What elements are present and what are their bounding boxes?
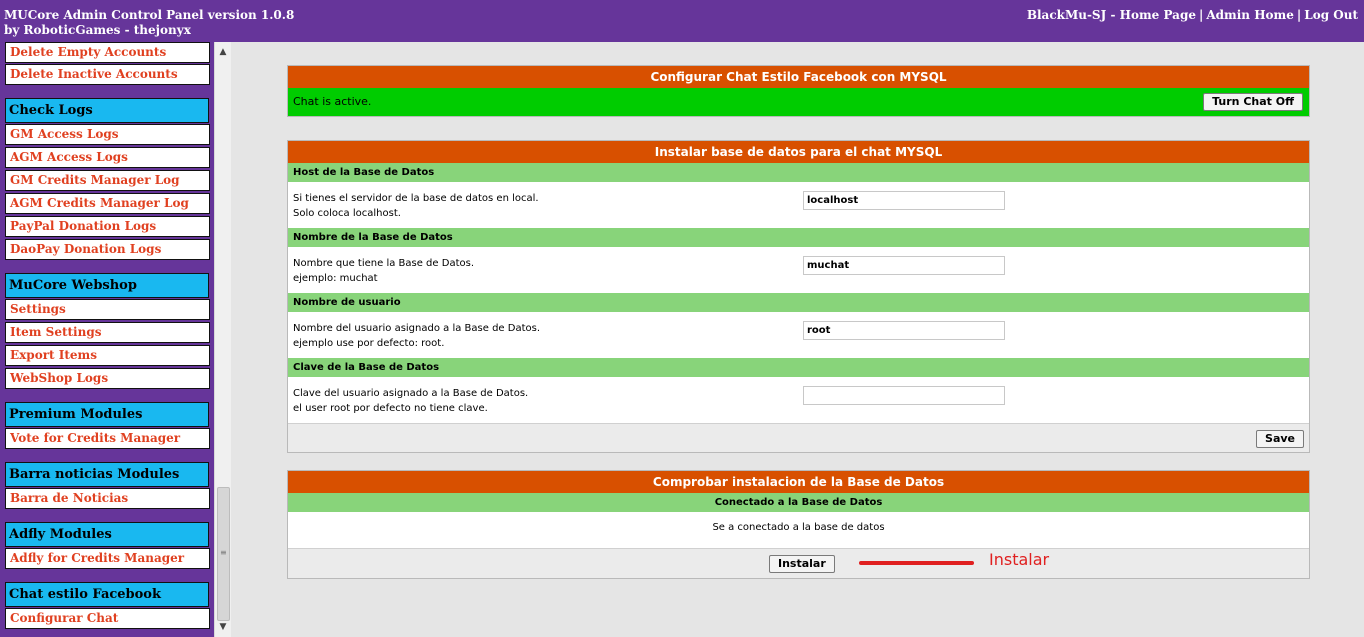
password-desc-line2: el user root por defecto no tiene clave.: [293, 403, 488, 414]
field-description: Nombre que tiene la Base de Datos. ejemp…: [293, 256, 474, 286]
username-desc-line2: ejemplo use por defecto: root.: [293, 338, 445, 349]
app-title-line2: by RoboticGames - thejonyx: [4, 23, 191, 37]
sidebar-item-paypal-donation-logs[interactable]: PayPal Donation Logs: [5, 216, 210, 237]
section-head-username: Nombre de usuario: [288, 293, 1309, 312]
host-input[interactable]: [803, 191, 1005, 210]
nav-separator: |: [1296, 8, 1302, 22]
db-name-input[interactable]: [803, 256, 1005, 275]
grip-icon: ≡: [220, 548, 227, 557]
field-row-password: Clave del usuario asignado a la Base de …: [288, 377, 1309, 423]
password-desc-line1: Clave del usuario asignado a la Base de …: [293, 388, 529, 399]
sidebar-item-webshop-logs[interactable]: WebShop Logs: [5, 368, 210, 389]
field-row-db-name: Nombre que tiene la Base de Datos. ejemp…: [288, 247, 1309, 293]
sidebar-item-vote-for-credits-manager[interactable]: Vote for Credits Manager: [5, 428, 210, 449]
sidebar-item-agm-credits-manager-log[interactable]: AGM Credits Manager Log: [5, 193, 210, 214]
sidebar-group-mucore-webshop: MuCore Webshop: [5, 273, 209, 298]
app-title: MUCore Admin Control Panel version 1.0.8…: [4, 8, 294, 38]
chat-status-text: Chat is active.: [293, 95, 372, 108]
home-page-link[interactable]: BlackMu-SJ - Home Page: [1027, 8, 1196, 22]
field-description: Si tienes el servidor de la base de dato…: [293, 191, 539, 221]
sidebar-item-export-items[interactable]: Export Items: [5, 345, 210, 366]
check-install-panel: Comprobar instalacion de la Base de Dato…: [287, 470, 1310, 579]
app-title-line1: MUCore Admin Control Panel version 1.0.8: [4, 8, 295, 22]
field-description: Nombre del usuario asignado a la Base de…: [293, 321, 540, 351]
turn-chat-off-button[interactable]: Turn Chat Off: [1203, 93, 1303, 111]
sidebar-scrollbar[interactable]: ▲ ≡ ▼: [214, 42, 231, 637]
check-install-title: Comprobar instalacion de la Base de Dato…: [288, 471, 1309, 493]
db-install-title: Instalar base de datos para el chat MYSQ…: [288, 141, 1309, 163]
top-header: MUCore Admin Control Panel version 1.0.8…: [0, 0, 1364, 42]
sidebar-group-premium-modules: Premium Modules: [5, 402, 209, 427]
sidebar-group-check-logs: Check Logs: [5, 98, 209, 123]
sidebar-item-daopay-donation-logs[interactable]: DaoPay Donation Logs: [5, 239, 210, 260]
sidebar-item-gm-access-logs[interactable]: GM Access Logs: [5, 124, 210, 145]
log-out-link[interactable]: Log Out: [1304, 8, 1358, 22]
sidebar-item-delete-inactive-accounts[interactable]: Delete Inactive Accounts: [5, 64, 210, 85]
install-row: Instalar: [288, 548, 1309, 578]
sidebar-item-agm-access-logs[interactable]: AGM Access Logs: [5, 147, 210, 168]
section-head-db-name: Nombre de la Base de Datos: [288, 228, 1309, 247]
sidebar-item-item-settings[interactable]: Item Settings: [5, 322, 210, 343]
sidebar: Delete Empty Accounts Delete Inactive Ac…: [0, 42, 214, 637]
connection-message: Se a conectado a la base de datos: [712, 522, 885, 533]
chat-config-panel: Configurar Chat Estilo Facebook con MYSQ…: [287, 65, 1310, 117]
sidebar-item-settings[interactable]: Settings: [5, 299, 210, 320]
install-button[interactable]: Instalar: [769, 555, 835, 573]
field-row-username: Nombre del usuario asignado a la Base de…: [288, 312, 1309, 358]
sidebar-item-gm-credits-manager-log[interactable]: GM Credits Manager Log: [5, 170, 210, 191]
sidebar-item-delete-empty-accounts[interactable]: Delete Empty Accounts: [5, 42, 210, 63]
username-desc-line1: Nombre del usuario asignado a la Base de…: [293, 323, 540, 334]
sidebar-group-adfly-modules: Adfly Modules: [5, 522, 209, 547]
chat-config-title: Configurar Chat Estilo Facebook con MYSQ…: [288, 66, 1309, 88]
admin-home-link[interactable]: Admin Home: [1206, 8, 1294, 22]
sidebar-item-barra-de-noticias[interactable]: Barra de Noticias: [5, 488, 210, 509]
connected-subhead: Conectado a la Base de Datos: [288, 493, 1309, 512]
password-input[interactable]: [803, 386, 1005, 405]
db-panel-footer: Save: [288, 423, 1309, 452]
chat-status-row: Chat is active. Turn Chat Off: [288, 88, 1309, 116]
host-desc-line1: Si tienes el servidor de la base de dato…: [293, 193, 539, 204]
field-description: Clave del usuario asignado a la Base de …: [293, 386, 528, 416]
field-row-host: Si tienes el servidor de la base de dato…: [288, 182, 1309, 228]
username-input[interactable]: [803, 321, 1005, 340]
sidebar-item-configurar-chat[interactable]: Configurar Chat: [5, 608, 210, 629]
host-desc-line2: Solo coloca localhost.: [293, 208, 401, 219]
top-nav: BlackMu-SJ - Home Page | Admin Home | Log Ou…: [1027, 8, 1358, 22]
db-name-desc-line2: ejemplo: muchat: [293, 273, 378, 284]
db-install-panel: Instalar base de datos para el chat MYSQ…: [287, 140, 1310, 453]
scrollbar-thumb[interactable]: ≡: [217, 487, 230, 621]
scroll-down-arrow-icon[interactable]: ▼: [215, 619, 231, 635]
section-head-password: Clave de la Base de Datos: [288, 358, 1309, 377]
section-head-host: Host de la Base de Datos: [288, 163, 1309, 182]
annotation-underline: [859, 561, 974, 565]
sidebar-group-barra-noticias-modules: Barra noticias Modules: [5, 462, 209, 487]
nav-separator: |: [1198, 8, 1204, 22]
scroll-up-arrow-icon[interactable]: ▲: [215, 44, 231, 60]
sidebar-group-chat-estilo-facebook: Chat estilo Facebook: [5, 582, 209, 607]
db-name-desc-line1: Nombre que tiene la Base de Datos.: [293, 258, 474, 269]
sidebar-item-adfly-for-credits-manager[interactable]: Adfly for Credits Manager: [5, 548, 210, 569]
annotation-label: Instalar: [989, 550, 1050, 569]
save-button[interactable]: Save: [1256, 430, 1304, 448]
